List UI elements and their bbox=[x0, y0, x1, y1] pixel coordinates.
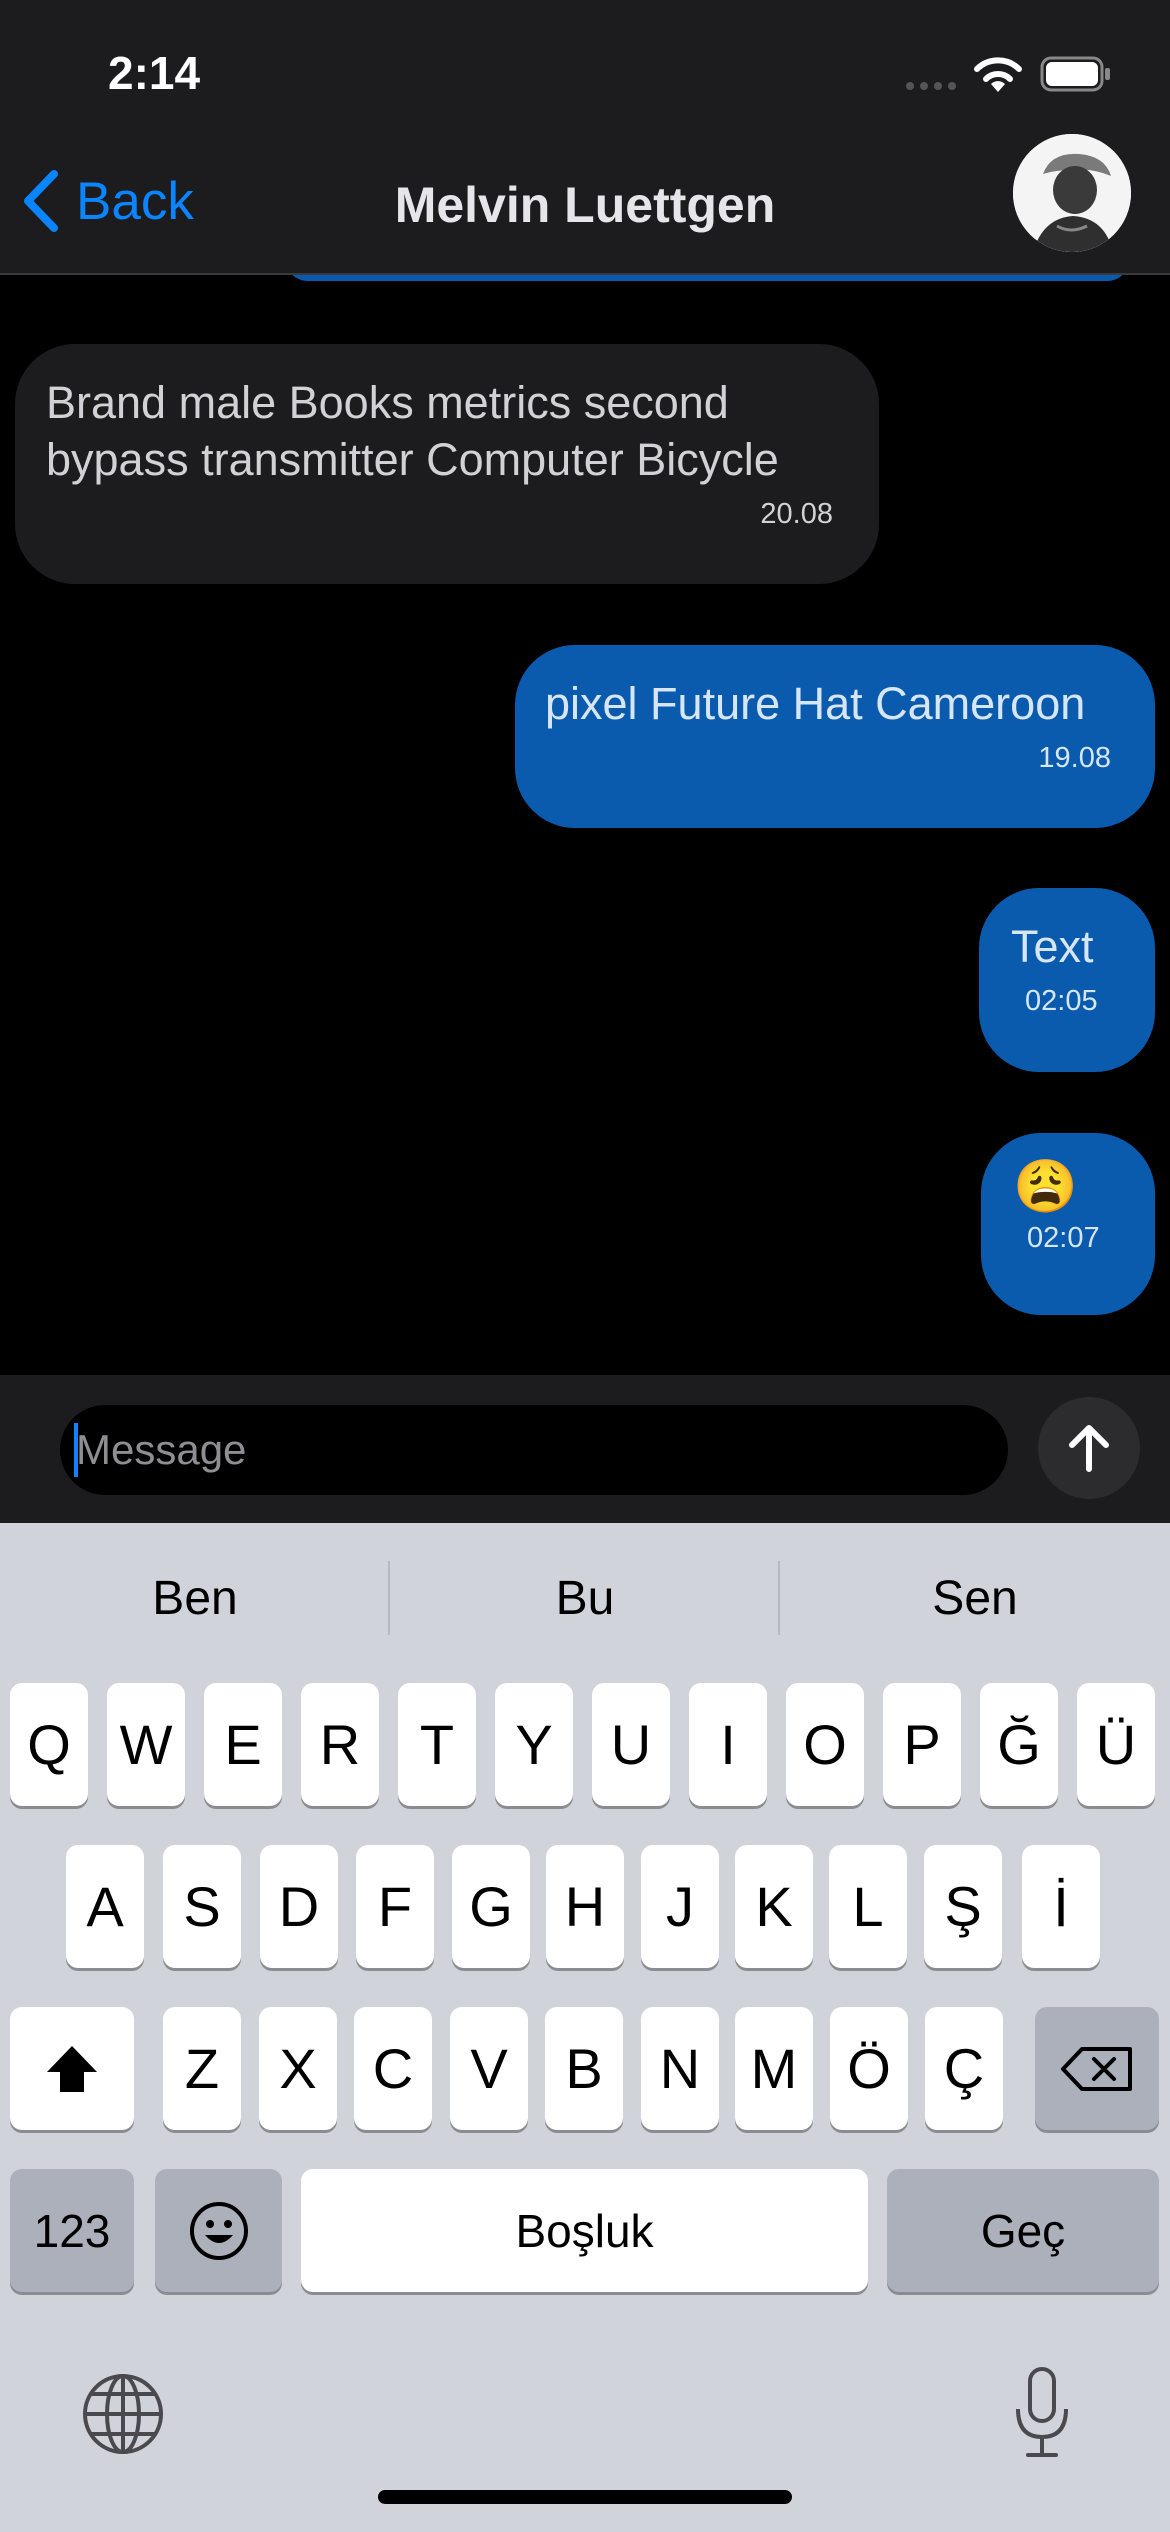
key-g-breve[interactable]: Ğ bbox=[980, 1683, 1058, 1806]
globe-icon[interactable] bbox=[82, 2373, 164, 2455]
key-c-cedilla[interactable]: Ç bbox=[925, 2007, 1003, 2130]
key-d[interactable]: D bbox=[260, 1845, 338, 1968]
message-time: 20.08 bbox=[760, 498, 833, 530]
key-t[interactable]: T bbox=[398, 1683, 476, 1806]
key-y[interactable]: Y bbox=[495, 1683, 573, 1806]
return-key[interactable]: Geç bbox=[887, 2169, 1159, 2292]
key-i-dotted[interactable]: İ bbox=[1022, 1845, 1100, 1968]
key-j[interactable]: J bbox=[641, 1845, 719, 1968]
key-n[interactable]: N bbox=[641, 2007, 719, 2130]
suggestion-2[interactable]: Bu bbox=[390, 1571, 780, 1626]
message-list[interactable]: Brand male Books metrics second bypass t… bbox=[0, 275, 1170, 1375]
numbers-key[interactable]: 123 bbox=[10, 2169, 134, 2292]
key-x[interactable]: X bbox=[259, 2007, 337, 2130]
navigation-bar: Back Melvin Luettgen bbox=[0, 134, 1170, 275]
key-l[interactable]: L bbox=[829, 1845, 907, 1968]
message-text: Brand male Books metrics second bypass t… bbox=[46, 377, 779, 485]
key-g[interactable]: G bbox=[452, 1845, 530, 1968]
wifi-icon bbox=[974, 57, 1022, 92]
key-p[interactable]: P bbox=[883, 1683, 961, 1806]
key-s[interactable]: S bbox=[163, 1845, 241, 1968]
status-time: 2:14 bbox=[108, 47, 201, 99]
text-cursor bbox=[74, 1423, 78, 1477]
microphone-icon[interactable] bbox=[1010, 2365, 1074, 2461]
status-bar: 2:14 bbox=[0, 0, 1170, 140]
message-input[interactable] bbox=[60, 1405, 1008, 1495]
key-u[interactable]: U bbox=[592, 1683, 670, 1806]
suggestion-1[interactable]: Ben bbox=[0, 1571, 390, 1626]
key-s-cedilla[interactable]: Ş bbox=[924, 1845, 1002, 1968]
home-indicator[interactable] bbox=[378, 2490, 792, 2504]
avatar[interactable] bbox=[1013, 134, 1131, 252]
delete-key[interactable] bbox=[1035, 2007, 1159, 2130]
message-text: pixel Future Hat Cameroon bbox=[545, 678, 1086, 729]
key-m[interactable]: M bbox=[735, 2007, 813, 2130]
key-q[interactable]: Q bbox=[10, 1683, 88, 1806]
message-time: 19.08 bbox=[1038, 742, 1111, 774]
key-w[interactable]: W bbox=[107, 1683, 185, 1806]
backspace-icon bbox=[1061, 2046, 1132, 2091]
key-r[interactable]: R bbox=[301, 1683, 379, 1806]
message-time: 02:05 bbox=[1025, 985, 1098, 1017]
key-k[interactable]: K bbox=[735, 1845, 813, 1968]
avatar-image bbox=[1013, 134, 1131, 252]
key-v[interactable]: V bbox=[450, 2007, 528, 2130]
message-bubble-partial bbox=[285, 275, 1130, 281]
key-c[interactable]: C bbox=[354, 2007, 432, 2130]
space-key[interactable]: Boşluk bbox=[301, 2169, 868, 2292]
keyboard: Ben Bu Sen Q W E R T Y U I O P Ğ Ü A S D… bbox=[0, 1523, 1170, 2532]
message-bubble-outgoing[interactable]: 😩 02:07 bbox=[981, 1133, 1155, 1315]
message-bubble-outgoing[interactable]: pixel Future Hat Cameroon 19.08 bbox=[515, 645, 1155, 828]
key-b[interactable]: B bbox=[545, 2007, 623, 2130]
arrow-up-icon bbox=[1069, 1425, 1109, 1472]
message-emoji: 😩 bbox=[1013, 1158, 1078, 1216]
contact-name: Melvin Luettgen bbox=[394, 177, 776, 233]
key-h[interactable]: H bbox=[546, 1845, 624, 1968]
key-f[interactable]: F bbox=[356, 1845, 434, 1968]
message-text: Text bbox=[1011, 921, 1094, 972]
key-o-umlaut[interactable]: Ö bbox=[830, 2007, 908, 2130]
key-a[interactable]: A bbox=[66, 1845, 144, 1968]
battery-icon bbox=[1040, 56, 1110, 92]
key-i[interactable]: I bbox=[689, 1683, 767, 1806]
key-e[interactable]: E bbox=[204, 1683, 282, 1806]
message-bubble-outgoing[interactable]: Text 02:05 bbox=[979, 888, 1155, 1072]
emoji-icon bbox=[189, 2201, 248, 2260]
send-button[interactable] bbox=[1038, 1397, 1140, 1499]
emoji-key[interactable] bbox=[155, 2169, 282, 2292]
key-o[interactable]: O bbox=[786, 1683, 864, 1806]
shift-icon bbox=[47, 2045, 97, 2092]
message-bubble-incoming[interactable]: Brand male Books metrics second bypass t… bbox=[15, 344, 879, 584]
composer-bar bbox=[0, 1375, 1170, 1523]
key-z[interactable]: Z bbox=[163, 2007, 241, 2130]
message-time: 02:07 bbox=[1027, 1222, 1100, 1254]
key-u-umlaut[interactable]: Ü bbox=[1077, 1683, 1155, 1806]
suggestion-3[interactable]: Sen bbox=[780, 1571, 1170, 1626]
signal-icon bbox=[906, 82, 956, 90]
shift-key[interactable] bbox=[10, 2007, 134, 2130]
